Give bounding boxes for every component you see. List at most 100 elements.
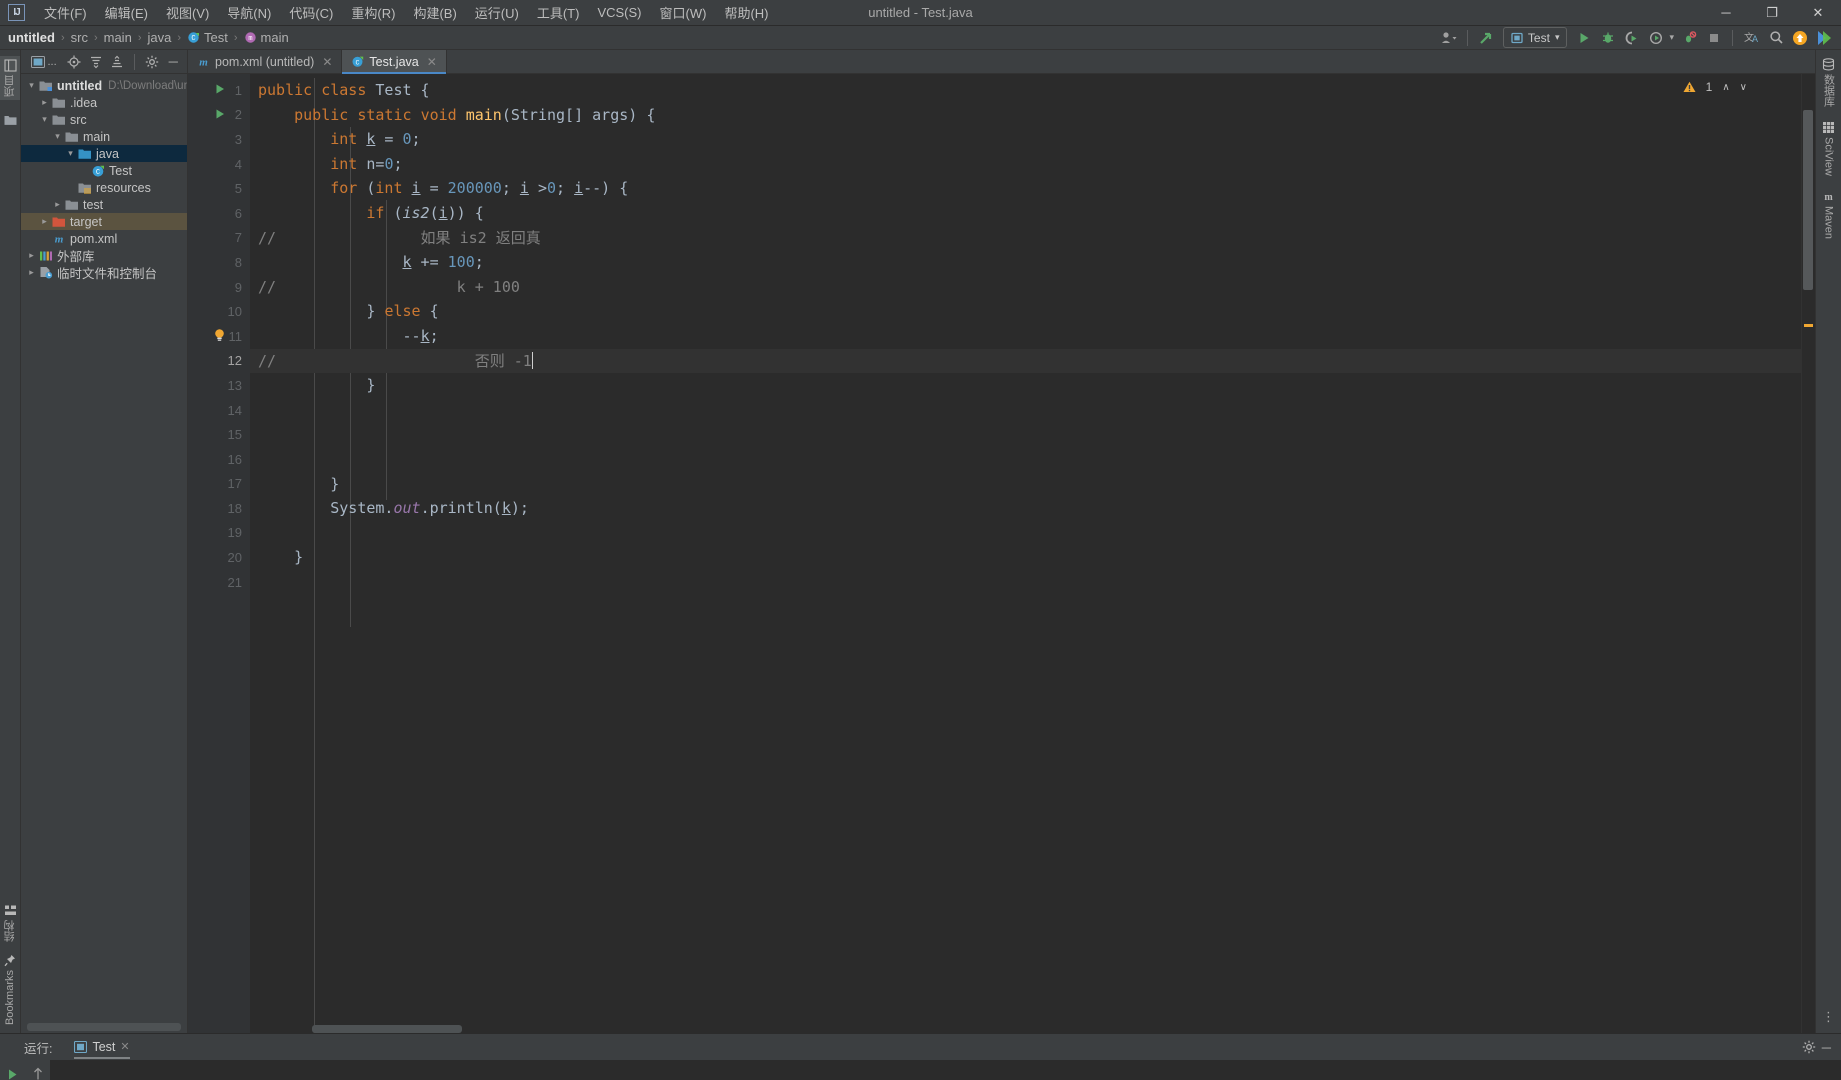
code-line-1[interactable]: public class Test {: [250, 78, 1801, 103]
run-tab-test[interactable]: Test ✕: [66, 1037, 137, 1059]
project-tree-horizontal-scrollbar[interactable]: [27, 1023, 181, 1031]
update-badge-icon[interactable]: [1789, 27, 1811, 49]
chevron-down-icon[interactable]: ▾: [25, 80, 38, 91]
update-project-icon[interactable]: [1475, 27, 1497, 49]
menu-view[interactable]: 视图(V): [157, 0, 218, 26]
tree-node-untitled[interactable]: ▾ untitled D:\Download\unti: [21, 77, 187, 94]
menu-help[interactable]: 帮助(H): [715, 0, 777, 26]
tree-node-scratches[interactable]: ▸ 临时文件和控制台: [21, 264, 187, 281]
editor-gutter[interactable]: 1 2 3 4 5 6 7 8 9 10 11 12 13 14 15 16 1…: [188, 74, 250, 1033]
tree-node-external-libraries[interactable]: ▸ 外部库: [21, 247, 187, 264]
locate-icon[interactable]: [64, 52, 84, 72]
menu-tools[interactable]: 工具(T): [528, 0, 589, 26]
breadcrumb-main-folder[interactable]: main: [104, 30, 132, 45]
tree-node-main[interactable]: ▾ main: [21, 128, 187, 145]
search-everywhere-icon[interactable]: [1765, 27, 1787, 49]
run-button[interactable]: [1573, 27, 1595, 49]
chevron-right-icon[interactable]: ▸: [38, 97, 51, 108]
database-tool-button[interactable]: 数据库: [1821, 58, 1837, 107]
tree-node-idea[interactable]: ▸ .idea: [21, 94, 187, 111]
chevron-right-icon[interactable]: ▸: [51, 199, 64, 210]
close-icon[interactable]: ✕: [120, 1040, 129, 1053]
commit-tool-button[interactable]: [4, 110, 17, 126]
menu-refactor[interactable]: 重构(R): [342, 0, 404, 26]
run-with-coverage-button[interactable]: [1621, 27, 1643, 49]
tree-node-pom-xml[interactable]: m pom.xml: [21, 230, 187, 247]
menu-file[interactable]: 文件(F): [35, 0, 96, 26]
code-line-4[interactable]: int n=0;: [250, 152, 1801, 177]
run-configuration-selector[interactable]: Test ▾: [1502, 27, 1568, 48]
maven-tool-button[interactable]: m Maven: [1822, 190, 1835, 239]
collapse-all-icon[interactable]: [107, 52, 127, 72]
code-line-2[interactable]: public static void main(String[] args) {: [250, 103, 1801, 128]
chevron-right-icon[interactable]: ▸: [38, 216, 51, 227]
tree-node-target[interactable]: ▸ target: [21, 213, 187, 230]
code-line-16[interactable]: [250, 447, 1801, 472]
next-highlight-icon[interactable]: ∨: [1740, 82, 1747, 93]
code-line-5[interactable]: for (int i = 200000; i >0; i--) {: [250, 176, 1801, 201]
code-line-6[interactable]: if (is2(i)) {: [250, 201, 1801, 226]
scroll-thumb[interactable]: [1803, 110, 1813, 290]
translate-icon[interactable]: 文A: [1740, 27, 1763, 49]
chevron-down-icon[interactable]: ▾: [51, 131, 64, 142]
sciview-tool-button[interactable]: SciView: [1822, 121, 1835, 176]
tree-node-resources[interactable]: resources: [21, 179, 187, 196]
code-line-7[interactable]: // 如果 is2 返回真: [250, 226, 1801, 251]
settings-icon[interactable]: [1802, 1040, 1816, 1055]
close-icon[interactable]: ✕: [427, 55, 437, 69]
breadcrumb-untitled[interactable]: untitled: [8, 30, 55, 45]
warning-marker[interactable]: [1804, 324, 1813, 327]
rerun-icon[interactable]: [4, 1065, 22, 1080]
maximize-button[interactable]: ❐: [1749, 0, 1795, 25]
project-tool-button[interactable]: 项目: [0, 56, 20, 100]
editor-horizontal-scrollbar[interactable]: [312, 1025, 462, 1033]
chevron-right-icon[interactable]: ▸: [25, 250, 38, 261]
chevron-down-icon[interactable]: ▾: [64, 148, 77, 159]
code-line-18[interactable]: System.out.println(k);: [250, 496, 1801, 521]
inspection-widget[interactable]: 1 ∧ ∨: [1683, 80, 1747, 94]
editor-marker-gutter[interactable]: [1801, 74, 1815, 1033]
chevron-down-icon[interactable]: ▾: [38, 114, 51, 125]
breadcrumb-src[interactable]: src: [71, 30, 88, 45]
minimize-button[interactable]: ─: [1703, 0, 1749, 25]
code-line-17[interactable]: }: [250, 472, 1801, 497]
ide-feature-icon[interactable]: [1813, 27, 1835, 49]
prev-highlight-icon[interactable]: ∧: [1722, 82, 1729, 93]
profiler-dropdown-icon[interactable]: ▾: [1669, 32, 1674, 43]
code-line-20[interactable]: }: [250, 545, 1801, 570]
scroll-up-icon[interactable]: [29, 1065, 47, 1080]
code-line-12[interactable]: // 否则 -1: [250, 348, 1801, 374]
menu-code[interactable]: 代码(C): [280, 0, 342, 26]
tree-node-test-class[interactable]: C Test: [21, 162, 187, 179]
tree-node-src[interactable]: ▾ src: [21, 111, 187, 128]
tree-node-test-folder[interactable]: ▸ test: [21, 196, 187, 213]
stop-button[interactable]: [1703, 27, 1725, 49]
menu-edit[interactable]: 编辑(E): [96, 0, 157, 26]
menu-vcs[interactable]: VCS(S): [588, 1, 650, 24]
tree-node-java[interactable]: ▾ java: [21, 145, 187, 162]
settings-icon[interactable]: [142, 52, 162, 72]
expand-all-icon[interactable]: [86, 52, 106, 72]
project-view-selector[interactable]: ...: [25, 52, 62, 72]
profiler-button[interactable]: [1645, 27, 1667, 49]
close-icon[interactable]: ✕: [322, 55, 332, 69]
code-line-9[interactable]: // k + 100: [250, 275, 1801, 300]
code-editor[interactable]: public class Test { public static void m…: [250, 74, 1801, 1033]
tab-pom-xml[interactable]: m pom.xml (untitled) ✕: [188, 50, 343, 73]
close-button[interactable]: ✕: [1795, 0, 1841, 25]
menu-window[interactable]: 窗口(W): [651, 0, 716, 26]
menu-build[interactable]: 构建(B): [404, 0, 465, 26]
intention-bulb-icon[interactable]: [213, 328, 227, 342]
breadcrumb-main-method[interactable]: m main: [244, 30, 289, 45]
project-tree[interactable]: ▾ untitled D:\Download\unti ▸ .idea ▾ sr…: [21, 74, 187, 1023]
attach-debugger-icon[interactable]: [1679, 27, 1701, 49]
code-line-3[interactable]: int k = 0;: [250, 127, 1801, 152]
code-line-21[interactable]: [250, 570, 1801, 595]
breadcrumb-test-class[interactable]: C Test: [187, 30, 228, 45]
tab-test-java[interactable]: C Test.java ✕: [342, 50, 447, 74]
code-line-10[interactable]: } else {: [250, 299, 1801, 324]
code-line-13[interactable]: }: [250, 373, 1801, 398]
chevron-right-icon[interactable]: ▸: [25, 267, 38, 278]
run-line-marker-icon[interactable]: [214, 108, 228, 122]
menu-run[interactable]: 运行(U): [466, 0, 528, 26]
